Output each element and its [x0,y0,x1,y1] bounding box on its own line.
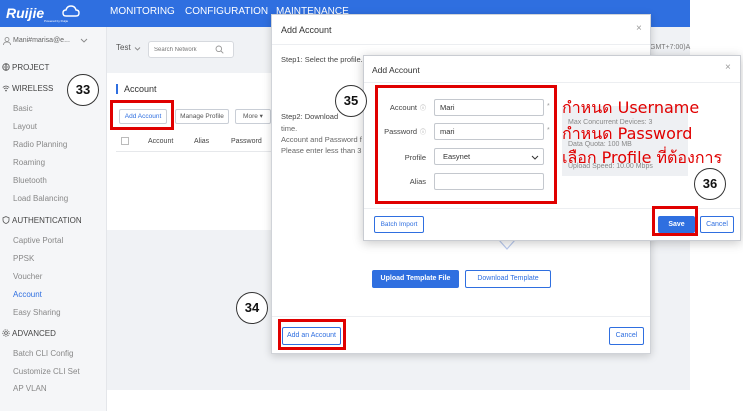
step2-line: Please enter less than 3 [281,146,362,155]
timezone-text: GMT+7:00)A [650,44,691,51]
close-icon[interactable]: × [636,23,642,34]
sidebar-item-ppsk[interactable]: PPSK [13,254,34,263]
more-label: More [243,113,258,120]
sidebar-item-voucher[interactable]: Voucher [13,272,42,281]
batch-import-button[interactable]: Batch Import [374,216,424,233]
sidebar-item-ap-vlan[interactable]: AP VLAN [13,384,47,393]
step2-line: time. [281,124,298,133]
user-name: Mani#marisa@e... [13,37,70,44]
manage-profile-button[interactable]: Manage Profile [175,109,229,124]
sidebar-item-customize-cli-set[interactable]: Customize CLI Set [13,367,80,376]
chevron-down-icon [80,38,88,43]
dialog-title: Add Account [281,25,332,35]
column-header-account: Account [148,138,174,145]
sidebar-item-radio-planning[interactable]: Radio Planning [13,140,67,149]
annotation-box-add-account [110,100,174,130]
annotation-note-profile: เลือก Profile ที่ต้องการ [562,148,723,167]
sidebar-item-captive-portal[interactable]: Captive Portal [13,236,63,245]
download-template-button[interactable]: Download Template [465,270,551,288]
sidebar-item-easy-sharing[interactable]: Easy Sharing [13,308,61,317]
sidebar-section-advanced[interactable]: ADVANCED [0,327,107,341]
user-icon [3,37,11,45]
search-network-box[interactable] [148,41,234,58]
select-all-checkbox[interactable] [121,137,129,145]
annotation-box-add-an-account [278,319,346,350]
sidebar-item-layout[interactable]: Layout [13,122,37,131]
logo-text: Ruijie [6,5,45,21]
cloud-logo-icon [62,5,80,17]
user-menu[interactable]: Mani#marisa@e... [0,33,107,49]
sidebar-item-bluetooth[interactable]: Bluetooth [13,176,47,185]
step-number-badge: 33 [67,74,99,106]
chevron-down-icon [134,47,141,51]
column-header-password: Password [231,138,262,145]
sidebar-section-label: ADVANCED [12,329,56,338]
cancel-button[interactable]: Cancel [700,216,734,233]
column-header-alias: Alias [194,138,210,145]
annotation-note-username: กำหนด Username [562,98,700,117]
ruijie-logo[interactable]: Ruijie Powered by Ruijie [6,4,84,24]
sidebar-section-project[interactable]: PROJECT [0,61,107,75]
network-group-select[interactable]: Test [116,43,131,52]
sidebar-section-label: WIRELESS [12,84,54,93]
gear-icon [2,329,10,337]
search-network-input[interactable] [154,45,212,55]
logo-tagline: Powered by Ruijie [44,19,69,23]
step2-text: Step2: Download [281,112,339,121]
sidebar-section-label: PROJECT [12,63,50,72]
dialog-footer-divider [272,316,650,317]
sidebar-item-account[interactable]: Account [13,290,42,299]
step1-text: Step1: Select the profile. [281,55,363,64]
annotation-note-password: กำหนด Password [562,124,693,143]
cancel-button[interactable]: Cancel [609,327,644,345]
annotation-box-save [652,206,698,236]
nav-monitoring[interactable]: MONITORING [110,6,175,17]
sidebar-section-authentication[interactable]: AUTHENTICATION [0,214,107,228]
dialog-title: Add Account [372,65,420,75]
close-icon[interactable]: × [725,62,731,73]
annotation-box-form-fields [375,85,557,204]
table-header-divider [116,151,271,152]
dialog-header: Add Account × [272,15,650,45]
shield-icon [2,216,10,224]
step-number-badge: 35 [335,85,367,117]
sidebar-item-basic[interactable]: Basic [13,104,33,113]
sidebar-item-batch-cli-config[interactable]: Batch CLI Config [13,349,73,358]
sidebar-section-label: AUTHENTICATION [12,216,82,225]
wifi-icon [2,85,10,92]
dialog-header: Add Account × [364,56,740,83]
search-icon[interactable] [215,45,224,54]
step-number-badge: 36 [694,168,726,200]
more-dropdown-button[interactable]: More ▾ [235,109,271,124]
sidebar-item-roaming[interactable]: Roaming [13,158,45,167]
upload-template-button[interactable]: Upload Template File [372,270,459,288]
step2-line: Account and Password f [281,135,362,144]
globe-icon [2,63,10,71]
panel-title: Account [116,84,157,94]
nav-configuration[interactable]: CONFIGURATION [185,6,268,17]
step-number-badge: 34 [236,292,268,324]
sidebar-item-load-balancing[interactable]: Load Balancing [13,194,68,203]
